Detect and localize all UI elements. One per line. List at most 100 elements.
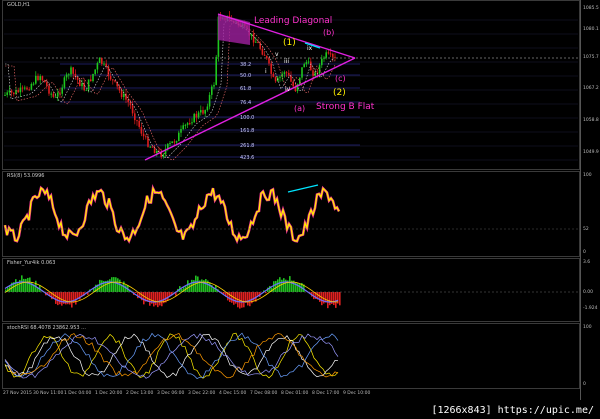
candle-body [138,120,140,127]
wave-c-label: (c) [335,74,346,83]
price-tick: 1049.9 [583,150,599,155]
fisher-bar [243,292,245,308]
candle-body [8,90,11,93]
candle-body [26,87,28,90]
leading-diagonal-label: Leading Diagonal [254,16,333,26]
fib-label: 76.4 [240,100,252,106]
fisher-bar [209,282,211,292]
candle-body [156,150,158,154]
fisher-bar [339,292,341,306]
candle-body [63,77,66,88]
candle-body [178,132,180,142]
candle-body [46,82,48,86]
fisher-bar [299,283,301,292]
wave-2-label: (2) [333,88,346,98]
candle-body [92,73,94,82]
fisher-bar [247,292,249,306]
candle-body [136,120,138,122]
candle-body [180,129,182,133]
candle-body [211,86,213,95]
candle-body [191,122,193,124]
fisher-bar [71,292,73,308]
candle-body [17,90,19,93]
candle-body [101,57,103,64]
candle-body [261,48,264,55]
fisher-bar [117,278,119,292]
fisher-bar [277,279,279,292]
candle-body [332,53,334,57]
sub-wave-ix: ix [307,45,313,52]
candle-body [327,52,330,54]
fib-label: 261.8 [240,143,255,149]
fisher-bar [189,283,191,292]
candle-body [215,56,217,85]
candle-body [197,112,200,118]
candle-body [39,76,41,81]
fisher-bar [143,292,145,305]
candle-body [81,83,83,87]
fisher-bar [29,277,31,292]
candle-body [70,67,72,75]
fisher-bar [55,292,57,304]
candle-body [4,94,6,96]
time-label: 1 Dec 20:00 [95,391,123,396]
candle-body [72,67,74,74]
strong-b-flat-label: Strong B Flat [316,102,375,112]
fisher-bar [155,292,157,306]
fib-label: 161.8 [240,128,255,134]
candle-body [266,55,268,59]
price-tick: 1080.1 [583,27,599,32]
candle-body [184,124,187,126]
fisher-bar [69,292,71,305]
candle-body [255,41,257,43]
candle-body [206,106,209,111]
candle-body [325,52,327,58]
candle-body [98,57,101,64]
candle-body [314,72,316,76]
fisher-bar [275,280,277,292]
fisher-tick: -1.924 [583,306,598,311]
candle-body [268,58,270,64]
candle-body [10,90,13,93]
time-label: 27 Nov 2015 [3,391,32,396]
candle-body [90,79,92,82]
candle-body [50,93,52,95]
rsi-divergence-line [287,184,319,193]
candle-body [65,74,68,78]
sub-wave-iii: iii [284,58,290,65]
candle-body [274,76,277,82]
candle-body [305,62,308,65]
candle-body [87,79,90,90]
candle-body [173,141,176,143]
time-label: 3 Dec 06:00 [157,391,185,396]
fisher-bar [57,292,59,306]
candle-body [312,70,314,76]
sub-wave-v: v [275,51,279,58]
candle-body [35,75,37,84]
candle-body [61,87,63,94]
candle-body [175,141,178,143]
candle-body [13,92,15,95]
price-tick: 1067.2 [583,86,599,91]
sub-wave-iv: iv [285,86,291,93]
fisher-bar [231,292,233,303]
candle-body [334,56,336,58]
candle-body [142,133,145,137]
time-label: 2 Dec 13:00 [126,391,154,396]
sub-wave-i: i [265,68,267,75]
fisher-bar [75,292,77,305]
candle-body [283,72,286,74]
candle-body [149,146,151,148]
candle-body [208,94,211,107]
fisher-bar [25,278,27,292]
rsi-line [4,186,340,243]
candle-body [109,75,112,80]
candle-body [285,72,288,74]
candle-body [153,147,156,154]
candle-body [307,61,310,63]
fib-label: 423.6 [240,155,255,161]
candle-body [182,125,184,130]
candle-body [32,83,35,85]
candle-body [123,93,125,98]
fisher-bar [329,292,331,306]
